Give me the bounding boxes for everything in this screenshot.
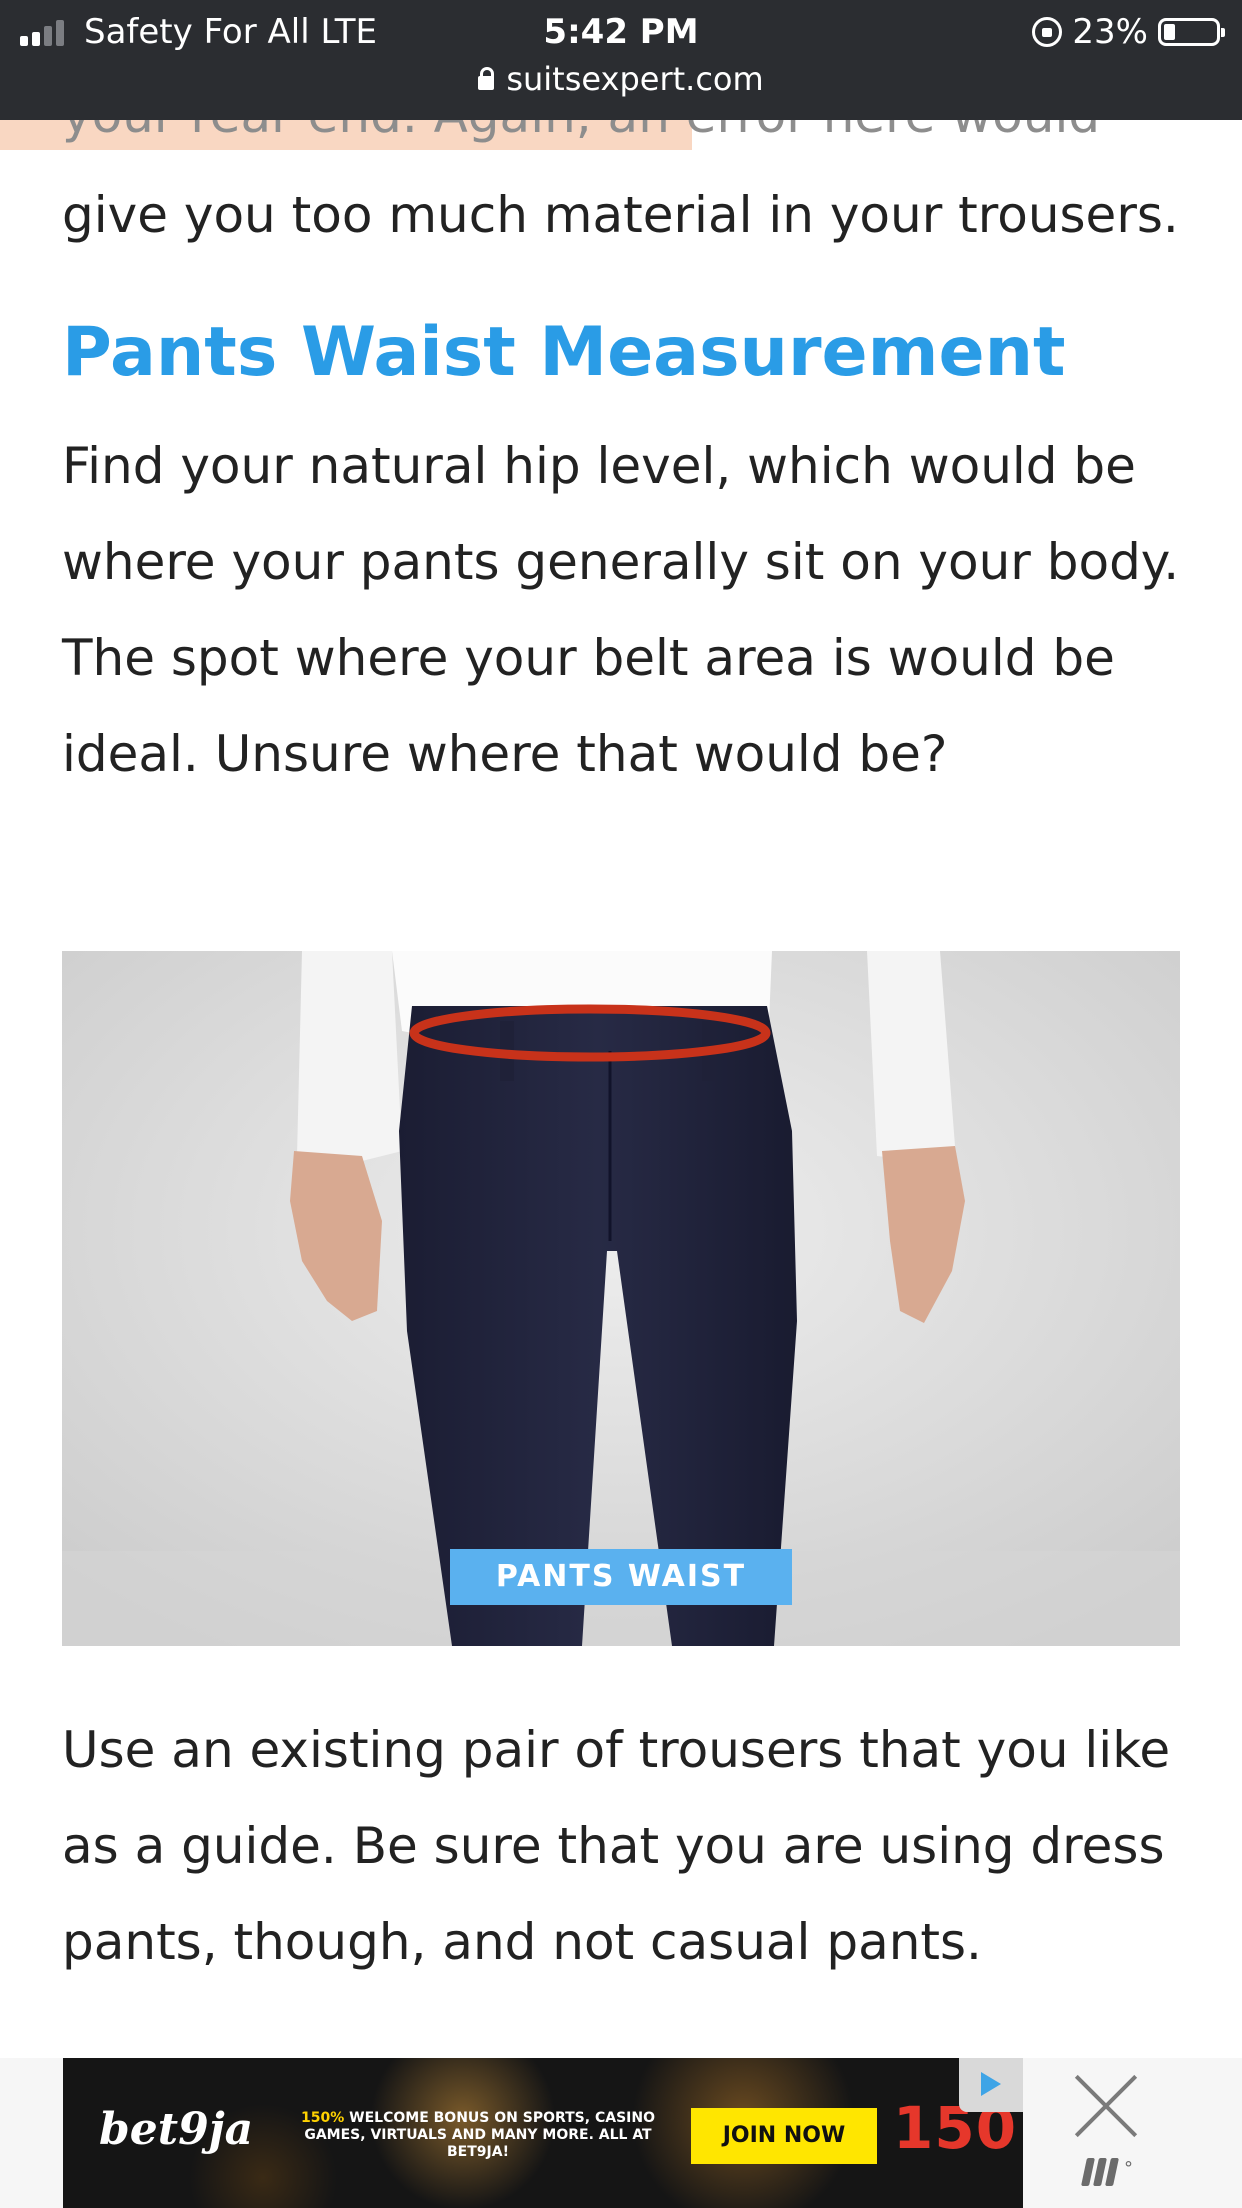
- section-heading: Pants Waist Measurement: [62, 313, 1066, 392]
- rotation-lock-icon: [1032, 17, 1063, 47]
- figure-label: PANTS WAIST: [450, 1549, 792, 1605]
- adchoices-icon[interactable]: [959, 2058, 1023, 2112]
- ad-highlight: 150%: [301, 2110, 345, 2126]
- battery-icon: [1158, 18, 1225, 46]
- status-bar: Safety For All LTE 5:42 PM 23% suitsexpe…: [0, 0, 1242, 120]
- clipped-text: your rear end. Again, an error here woul…: [62, 120, 1100, 150]
- address-bar[interactable]: suitsexpert.com: [0, 58, 1242, 100]
- intro-text: give you too much material in your trous…: [62, 186, 1179, 244]
- status-right: 23%: [1032, 10, 1225, 54]
- illustration-svg: [62, 951, 1180, 1646]
- bet9ja-ad[interactable]: bet9ja 150% WELCOME BONUS ON SPORTS, CAS…: [63, 2058, 1023, 2208]
- url-text: suitsexpert.com: [506, 60, 764, 98]
- ad-network-icon[interactable]: °: [1081, 2158, 1133, 2186]
- ad-description: 150% WELCOME BONUS ON SPORTS, CASINO GAM…: [278, 2110, 678, 2161]
- lock-icon: [478, 67, 495, 90]
- paragraph-waist-instructions: Find your natural hip level, which would…: [62, 437, 1180, 783]
- pants-waist-illustration: PANTS WAIST: [62, 951, 1180, 1646]
- join-now-button[interactable]: JOIN NOW: [691, 2108, 877, 2164]
- ad-text: WELCOME BONUS ON SPORTS, CASINO GAMES, V…: [304, 2110, 655, 2160]
- bet9ja-logo: bet9ja: [99, 2104, 254, 2155]
- close-icon[interactable]: [1068, 2068, 1144, 2144]
- clipped-text-line: your rear end. Again, an error here woul…: [0, 120, 1242, 150]
- battery-percent: 23%: [1072, 12, 1148, 52]
- paragraph-trousers-guide: Use an existing pair of trousers that yo…: [62, 1721, 1171, 1971]
- ad-banner-bar: bet9ja 150% WELCOME BONUS ON SPORTS, CAS…: [0, 2058, 1242, 2208]
